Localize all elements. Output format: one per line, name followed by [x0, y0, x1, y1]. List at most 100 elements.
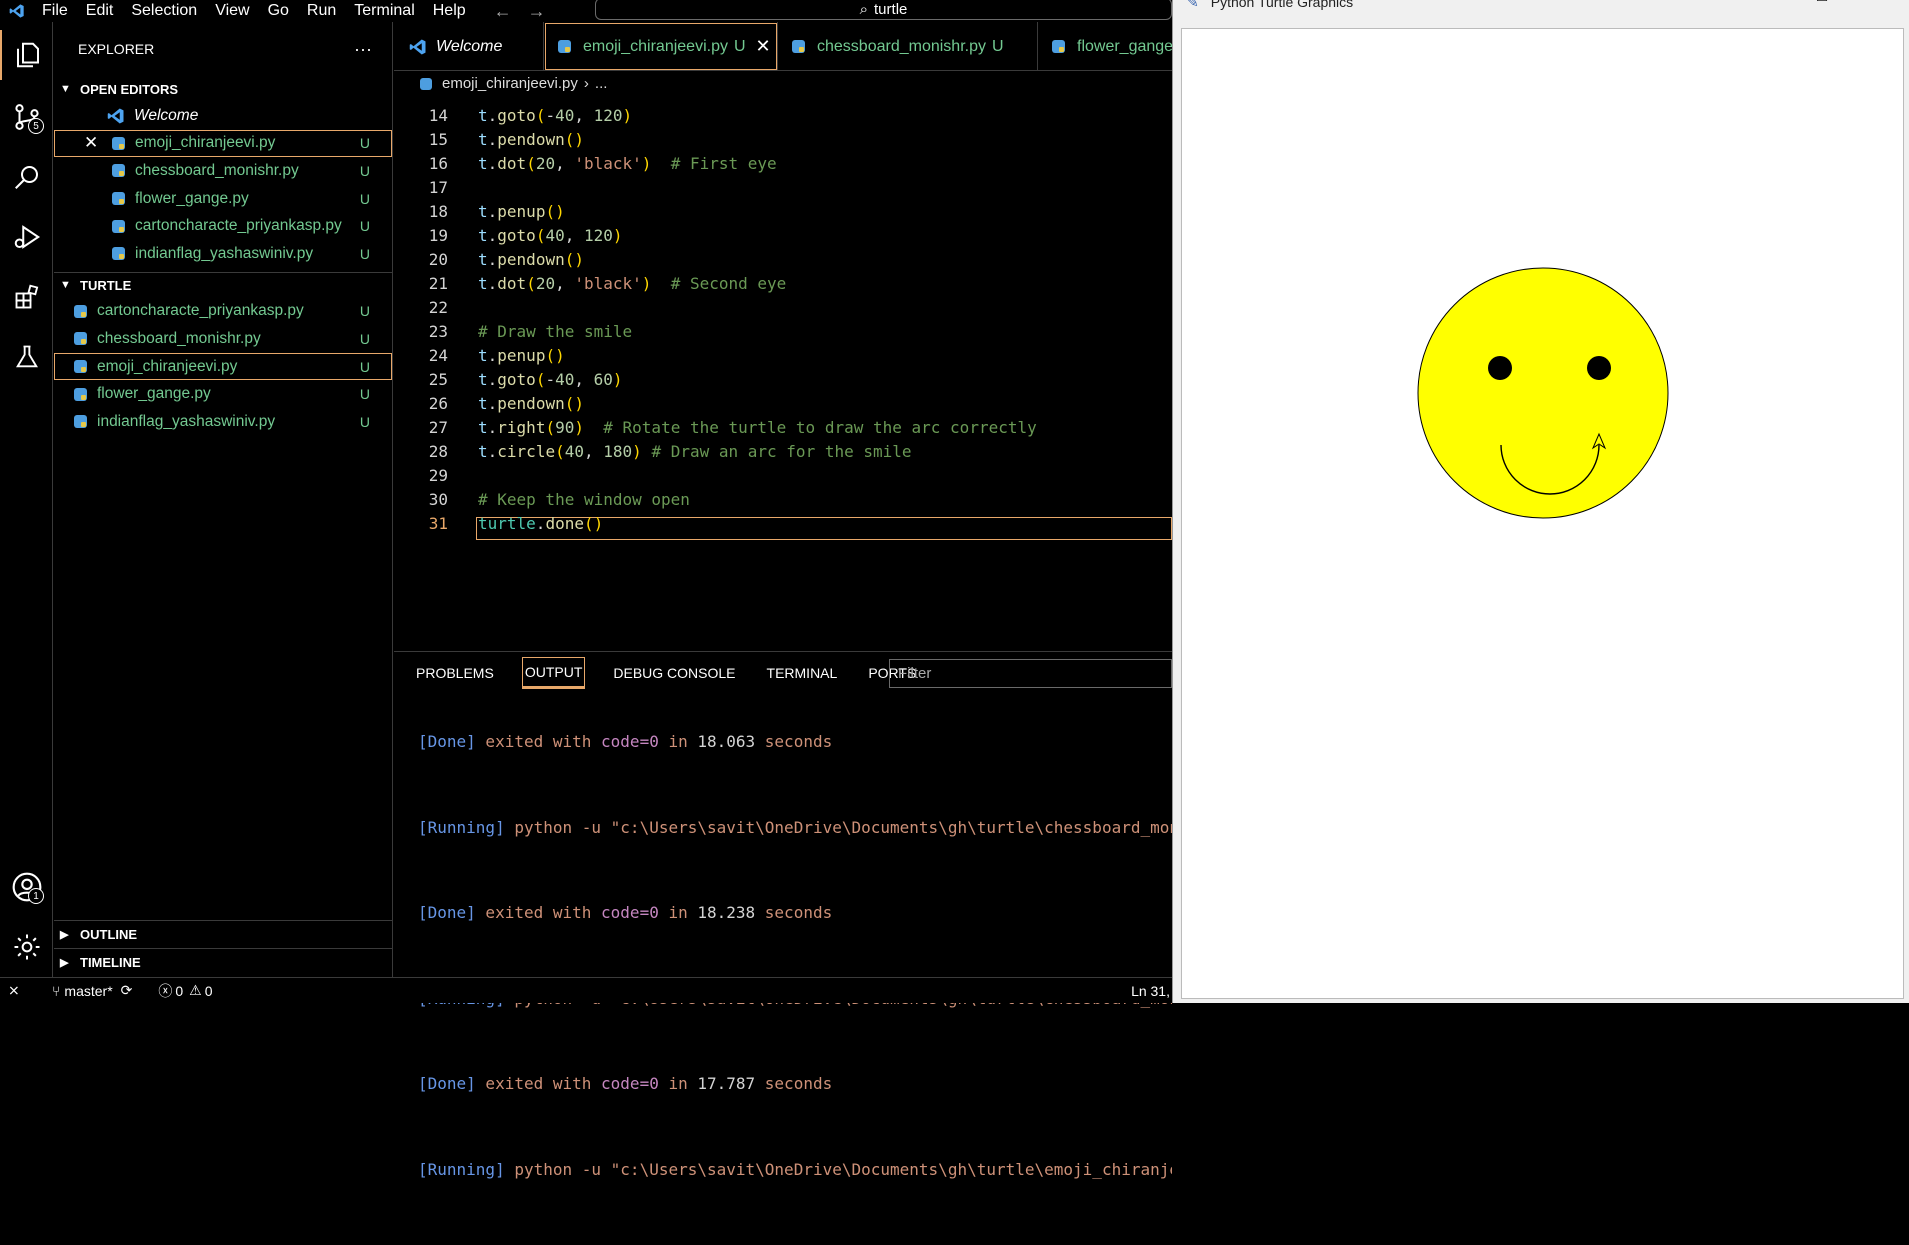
menu-edit[interactable]: Edit	[78, 3, 124, 19]
menu-help[interactable]: Help	[425, 3, 476, 19]
maximize-icon[interactable]: ☐	[1793, 0, 1851, 5]
menu-run[interactable]: Run	[299, 3, 346, 19]
turtle-canvas[interactable]	[1181, 28, 1904, 999]
code-line: t.dot(20, 'black') # Second eye	[478, 274, 787, 293]
breadcrumb-rest[interactable]: ...	[595, 75, 608, 92]
line-number: 17	[428, 178, 448, 197]
turtle-drawing	[1417, 267, 1669, 519]
tab-problems[interactable]: PROBLEMS	[414, 659, 496, 687]
vscode-logo-icon	[0, 0, 34, 22]
line-number: 24	[428, 346, 448, 365]
code-editor[interactable]: 14 15 16 17 18 19 20 21 22 23 24 25 26 2…	[394, 102, 1172, 540]
source-control-icon[interactable]: 5	[0, 92, 53, 142]
timeline-section[interactable]: ▶ TIMELINE	[54, 948, 393, 976]
open-editor-name: flower_gange.py	[135, 189, 249, 207]
warning-icon: ⚠	[189, 982, 202, 998]
file-name: flower_gange.py	[97, 385, 211, 403]
error-count[interactable]: 0	[175, 983, 183, 999]
close-icon[interactable]: ✕	[756, 36, 771, 57]
untracked-badge: U	[359, 218, 370, 235]
menu-selection[interactable]: Selection	[123, 3, 207, 19]
menu-view[interactable]: View	[207, 3, 259, 19]
file-item[interactable]: flower_gange.py U	[54, 380, 392, 408]
open-editor-item[interactable]: chessboard_monishr.py U	[54, 157, 392, 185]
open-editor-name: cartoncharacte_priyankasp.py	[135, 217, 342, 235]
file-item[interactable]: cartoncharacte_priyankasp.py U	[54, 298, 392, 326]
file-item[interactable]: emoji_chiranjeevi.py U	[54, 352, 392, 381]
file-name: chessboard_monishr.py	[97, 329, 261, 347]
warning-count[interactable]: 0	[205, 983, 213, 999]
tab-label: chessboard_monishr.py	[817, 37, 986, 55]
python-file-icon	[74, 387, 87, 401]
bottom-panel: PROBLEMS OUTPUT DEBUG CONSOLE TERMINAL P…	[394, 651, 1172, 1179]
tab-welcome[interactable]: Welcome	[394, 22, 544, 71]
tab-flower-gange[interactable]: flower_gange	[1038, 22, 1172, 71]
file-item[interactable]: chessboard_monishr.py U	[54, 325, 392, 353]
tab-emoji-chiranjeevi[interactable]: emoji_chiranjeevi.py U ✕	[544, 22, 778, 71]
forward-arrow-icon[interactable]: →	[528, 1, 546, 22]
untracked-badge: U	[733, 37, 746, 55]
tab-terminal[interactable]: TERMINAL	[765, 659, 840, 687]
untracked-badge: U	[359, 135, 370, 152]
open-editor-name: chessboard_monishr.py	[135, 161, 299, 179]
open-editor-item[interactable]: ✕ emoji_chiranjeevi.py U	[54, 129, 392, 158]
python-file-icon	[112, 219, 125, 233]
close-icon[interactable]: ✕	[1851, 0, 1909, 5]
open-editor-item[interactable]: flower_gange.py U	[54, 185, 392, 213]
file-item[interactable]: indianflag_yashaswiniv.py U	[54, 408, 392, 436]
menu-terminal[interactable]: Terminal	[346, 3, 424, 19]
menu-go[interactable]: Go	[260, 3, 299, 19]
branch-name[interactable]: master*	[64, 983, 112, 999]
menu-bar: File Edit Selection View Go Run Terminal…	[0, 0, 1172, 22]
chevron-down-icon: ▼	[60, 279, 71, 292]
code-line: # Keep the window open	[478, 490, 690, 509]
cursor-position[interactable]: Ln 31,	[1131, 983, 1170, 999]
window-titlebar[interactable]: ✎ Python Turtle Graphics — ☐ ✕	[1173, 0, 1909, 16]
python-file-icon	[112, 247, 125, 261]
output-filter-input[interactable]: Filter	[889, 659, 1172, 688]
tab-debug-console[interactable]: DEBUG CONSOLE	[611, 659, 737, 687]
open-editor-name: emoji_chiranjeevi.py	[135, 134, 276, 152]
sync-icon[interactable]: ⟳	[121, 982, 133, 999]
feather-icon: ✎	[1187, 0, 1199, 10]
outline-section[interactable]: ▶ OUTLINE	[54, 920, 393, 948]
turtle-folder-section[interactable]: ▼ TURTLE	[54, 271, 392, 298]
code-line: t.right(90) # Rotate the turtle to draw …	[478, 418, 1037, 437]
python-file-icon	[112, 164, 125, 178]
menu-file[interactable]: File	[34, 3, 78, 19]
open-editor-item[interactable]: indianflag_yashaswiniv.py U	[54, 240, 392, 268]
run-debug-icon[interactable]	[0, 212, 53, 262]
open-editors-section[interactable]: ▼ OPEN EDITORS	[54, 76, 392, 102]
chevron-right-icon: ▶	[60, 929, 69, 941]
tab-output[interactable]: OUTPUT	[521, 657, 586, 689]
python-file-icon	[420, 77, 432, 90]
open-editor-item[interactable]: cartoncharacte_priyankasp.py U	[54, 212, 392, 240]
untracked-badge: U	[359, 162, 370, 179]
file-name: indianflag_yashaswiniv.py	[97, 412, 276, 430]
output-line: [Done] exited with code=0 in 18.238 seco…	[418, 903, 833, 922]
minimize-icon[interactable]: —	[1735, 0, 1793, 5]
accounts-icon[interactable]: 1	[0, 862, 53, 912]
settings-gear-icon[interactable]	[0, 922, 53, 972]
code-line: t.goto(-40, 60)	[478, 370, 623, 389]
breadcrumb[interactable]: emoji_chiranjeevi.py › ...	[394, 71, 1172, 96]
command-center-search[interactable]: ⌕ turtle	[595, 0, 1172, 20]
code-line: t.pendown()	[478, 250, 584, 269]
open-editors-label: OPEN EDITORS	[80, 81, 179, 97]
open-editor-item[interactable]: Welcome	[54, 102, 392, 130]
breadcrumb-file[interactable]: emoji_chiranjeevi.py	[442, 75, 578, 92]
more-actions-icon[interactable]: ···	[354, 39, 372, 60]
search-icon[interactable]	[0, 152, 53, 202]
tab-label: flower_gange	[1077, 37, 1172, 55]
explorer-icon[interactable]	[0, 30, 53, 80]
untracked-badge: U	[359, 190, 370, 207]
remote-icon[interactable]: ⨯	[8, 982, 28, 999]
tab-chessboard-monishr[interactable]: chessboard_monishr.py U	[778, 22, 1038, 71]
extensions-icon[interactable]	[0, 272, 53, 322]
testing-flask-icon[interactable]	[0, 332, 53, 382]
close-icon[interactable]: ✕	[84, 133, 98, 153]
sidebar-bottom-sections: ▶ OUTLINE ▶ TIMELINE	[54, 920, 393, 976]
python-file-icon	[1052, 40, 1065, 53]
open-editor-name: Welcome	[134, 106, 199, 124]
back-arrow-icon[interactable]: ←	[494, 1, 512, 22]
